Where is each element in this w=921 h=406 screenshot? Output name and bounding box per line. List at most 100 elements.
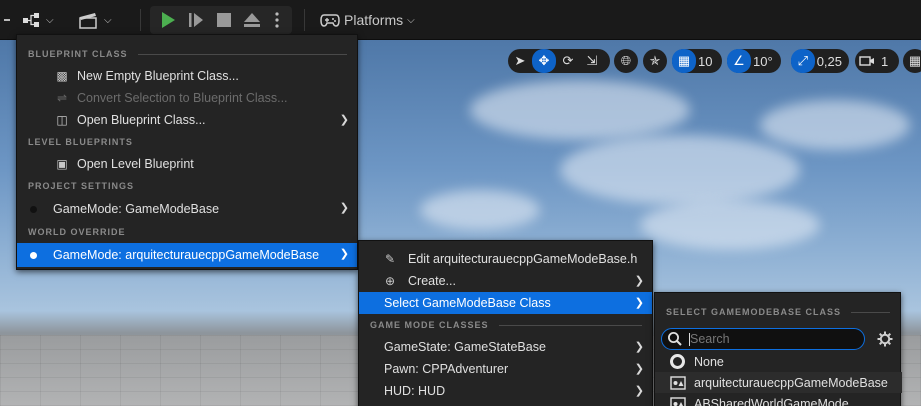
chevron-right-icon: ❯: [634, 385, 644, 397]
select-mode-icon[interactable]: ➤: [508, 49, 532, 73]
menu-item-pawn[interactable]: Pawn: CPPAdventurer ❯: [359, 358, 652, 380]
scale-mode-icon[interactable]: ⇲: [580, 49, 604, 73]
menu-item-label: Create...: [408, 274, 456, 288]
menu-item-open-blueprint-class[interactable]: ◫ Open Blueprint Class... ❯: [17, 109, 357, 131]
camera-speed-control[interactable]: 1: [855, 49, 899, 73]
section-header: GAME MODE CLASSES: [359, 314, 652, 336]
toolbar-edge-icon: [4, 8, 10, 32]
menu-item-convert-selection: ⇌ Convert Selection to Blueprint Class..…: [17, 87, 357, 109]
play-controls: [150, 6, 292, 34]
menu-item-label: Edit arquitecturauecppGameModeBase.h: [408, 252, 638, 266]
search-input[interactable]: Search: [661, 328, 865, 350]
play-icon[interactable]: [159, 11, 177, 29]
search-icon: [668, 332, 682, 346]
menu-item-label: Open Level Blueprint: [77, 157, 194, 171]
layout-grid-icon: ▦: [908, 53, 921, 68]
level-blueprint-icon: ▣: [56, 157, 68, 171]
open-blueprint-icon: ◫: [56, 113, 68, 127]
more-icon[interactable]: [274, 11, 280, 29]
search-placeholder: Search: [690, 332, 730, 346]
section-header: PROJECT SETTINGS: [28, 181, 135, 191]
chevron-right-icon: ❯: [634, 341, 644, 353]
toolbar-separator: [140, 9, 141, 31]
blueprint-icon: [23, 13, 39, 27]
menu-item-label: GameMode: arquitecturauecppGameModeBase: [53, 248, 320, 262]
rotate-mode-icon[interactable]: ⟳: [556, 49, 580, 73]
chevron-right-icon: ❯: [634, 363, 644, 375]
rotation-snap-value: 10°: [753, 53, 773, 69]
menu-item-project-gamemode[interactable]: GameMode: GameModeBase ❯: [17, 197, 357, 221]
translate-mode-icon[interactable]: ✥: [532, 49, 556, 73]
class-option[interactable]: arquitecturauecppGameModeBase: [655, 372, 902, 393]
menu-item-label: Convert Selection to Blueprint Class...: [77, 91, 288, 105]
radio-dot-icon: [30, 251, 37, 259]
toolbar-separator: [304, 9, 305, 31]
new-blueprint-icon: ▩: [56, 69, 68, 83]
platforms-button[interactable]: Platforms ⌵: [320, 8, 415, 32]
eject-icon[interactable]: [243, 11, 261, 29]
platforms-label: Platforms: [344, 12, 404, 28]
stop-icon[interactable]: [215, 11, 233, 29]
radio-dot-icon: [30, 205, 37, 213]
class-icon: [670, 396, 686, 406]
search-row: Search: [661, 328, 895, 350]
grid-icon: ▦: [672, 49, 696, 73]
class-option-label: ABSharedWorldGameMode: [694, 396, 849, 406]
class-picker-title: SELECT GAMEMODEBASE CLASS: [655, 293, 900, 331]
chevron-down-icon: ⌵: [407, 14, 415, 26]
class-option[interactable]: ABSharedWorldGameMode: [655, 393, 902, 406]
gamemode-submenu: ✎ Edit arquitecturauecppGameModeBase.h ⊕…: [358, 240, 653, 406]
class-option-label: arquitecturauecppGameModeBase: [694, 375, 888, 390]
grid-snap-value: 10: [698, 53, 713, 69]
scale-snap-icon: ⤢: [791, 49, 815, 73]
surface-snap-toggle[interactable]: ✯: [643, 49, 667, 73]
surface-snap-icon: ✯: [649, 53, 661, 68]
section-header: BLUEPRINT CLASS: [17, 43, 357, 65]
menu-item-new-empty-blueprint[interactable]: ▩ New Empty Blueprint Class...: [17, 65, 357, 87]
blueprint-button[interactable]: ⌵: [22, 8, 54, 32]
menu-item-create[interactable]: ⊕ Create... ❯: [359, 270, 652, 292]
menu-item-label: HUD: HUD: [384, 384, 446, 398]
menu-item-select-gamemode-class[interactable]: Select GameModeBase Class ❯: [359, 292, 652, 314]
viewport-layout-button[interactable]: ▦: [903, 49, 921, 73]
chevron-down-icon: ⌵: [104, 14, 112, 26]
class-picker: SELECT GAMEMODEBASE CLASS Search None ar…: [654, 292, 902, 406]
menu-item-gamestate[interactable]: GameState: GameStateBase ❯: [359, 336, 652, 358]
section-header: WORLD OVERRIDE: [28, 227, 126, 237]
camera-speed-value: 1: [881, 53, 889, 69]
chevron-down-icon: ⌵: [46, 14, 54, 26]
class-option-label: None: [694, 354, 724, 369]
cinematics-button[interactable]: ⌵: [78, 8, 112, 32]
class-option-none[interactable]: None: [655, 351, 902, 372]
camera-icon: [855, 49, 879, 73]
convert-icon: ⇌: [56, 91, 68, 105]
step-icon[interactable]: [187, 11, 205, 29]
chevron-right-icon: ❯: [339, 114, 349, 126]
menu-item-open-level-blueprint[interactable]: ▣ Open Level Blueprint: [17, 153, 357, 175]
menu-item-hud[interactable]: HUD: HUD ❯: [359, 380, 652, 402]
scale-snap-control[interactable]: ⤢ 0,25: [791, 49, 849, 73]
menu-item-label: Open Blueprint Class...: [77, 113, 206, 127]
edit-icon: ✎: [384, 252, 396, 266]
chevron-right-icon: ❯: [339, 202, 349, 214]
globe-icon: 🌐︎: [620, 53, 632, 68]
grid-snap-control[interactable]: ▦ 10: [672, 49, 722, 73]
chevron-right-icon: ❯: [339, 248, 349, 260]
menu-item-label: GameState: GameStateBase: [384, 340, 546, 354]
world-local-toggle[interactable]: 🌐︎: [614, 49, 638, 73]
chevron-right-icon: ❯: [634, 297, 644, 309]
none-icon: [670, 354, 685, 369]
class-icon: [670, 375, 686, 390]
menu-item-label: New Empty Blueprint Class...: [77, 69, 239, 83]
cinematics-icon: [79, 13, 97, 29]
menu-item-label: GameMode: GameModeBase: [53, 202, 220, 216]
menu-item-edit-gamemode-header[interactable]: ✎ Edit arquitecturauecppGameModeBase.h: [359, 248, 652, 270]
scale-snap-value: 0,25: [816, 53, 842, 69]
gear-icon[interactable]: [877, 331, 893, 347]
rotation-snap-control[interactable]: ∠ 10°: [727, 49, 781, 73]
menu-item-world-override-gamemode[interactable]: GameMode: arquitecturauecppGameModeBase …: [17, 243, 357, 267]
angle-icon: ∠: [727, 49, 751, 73]
gamepad-icon: [320, 14, 340, 27]
section-header: LEVEL BLUEPRINTS: [28, 137, 133, 147]
menu-item-label: Pawn: CPPAdventurer: [384, 362, 509, 376]
